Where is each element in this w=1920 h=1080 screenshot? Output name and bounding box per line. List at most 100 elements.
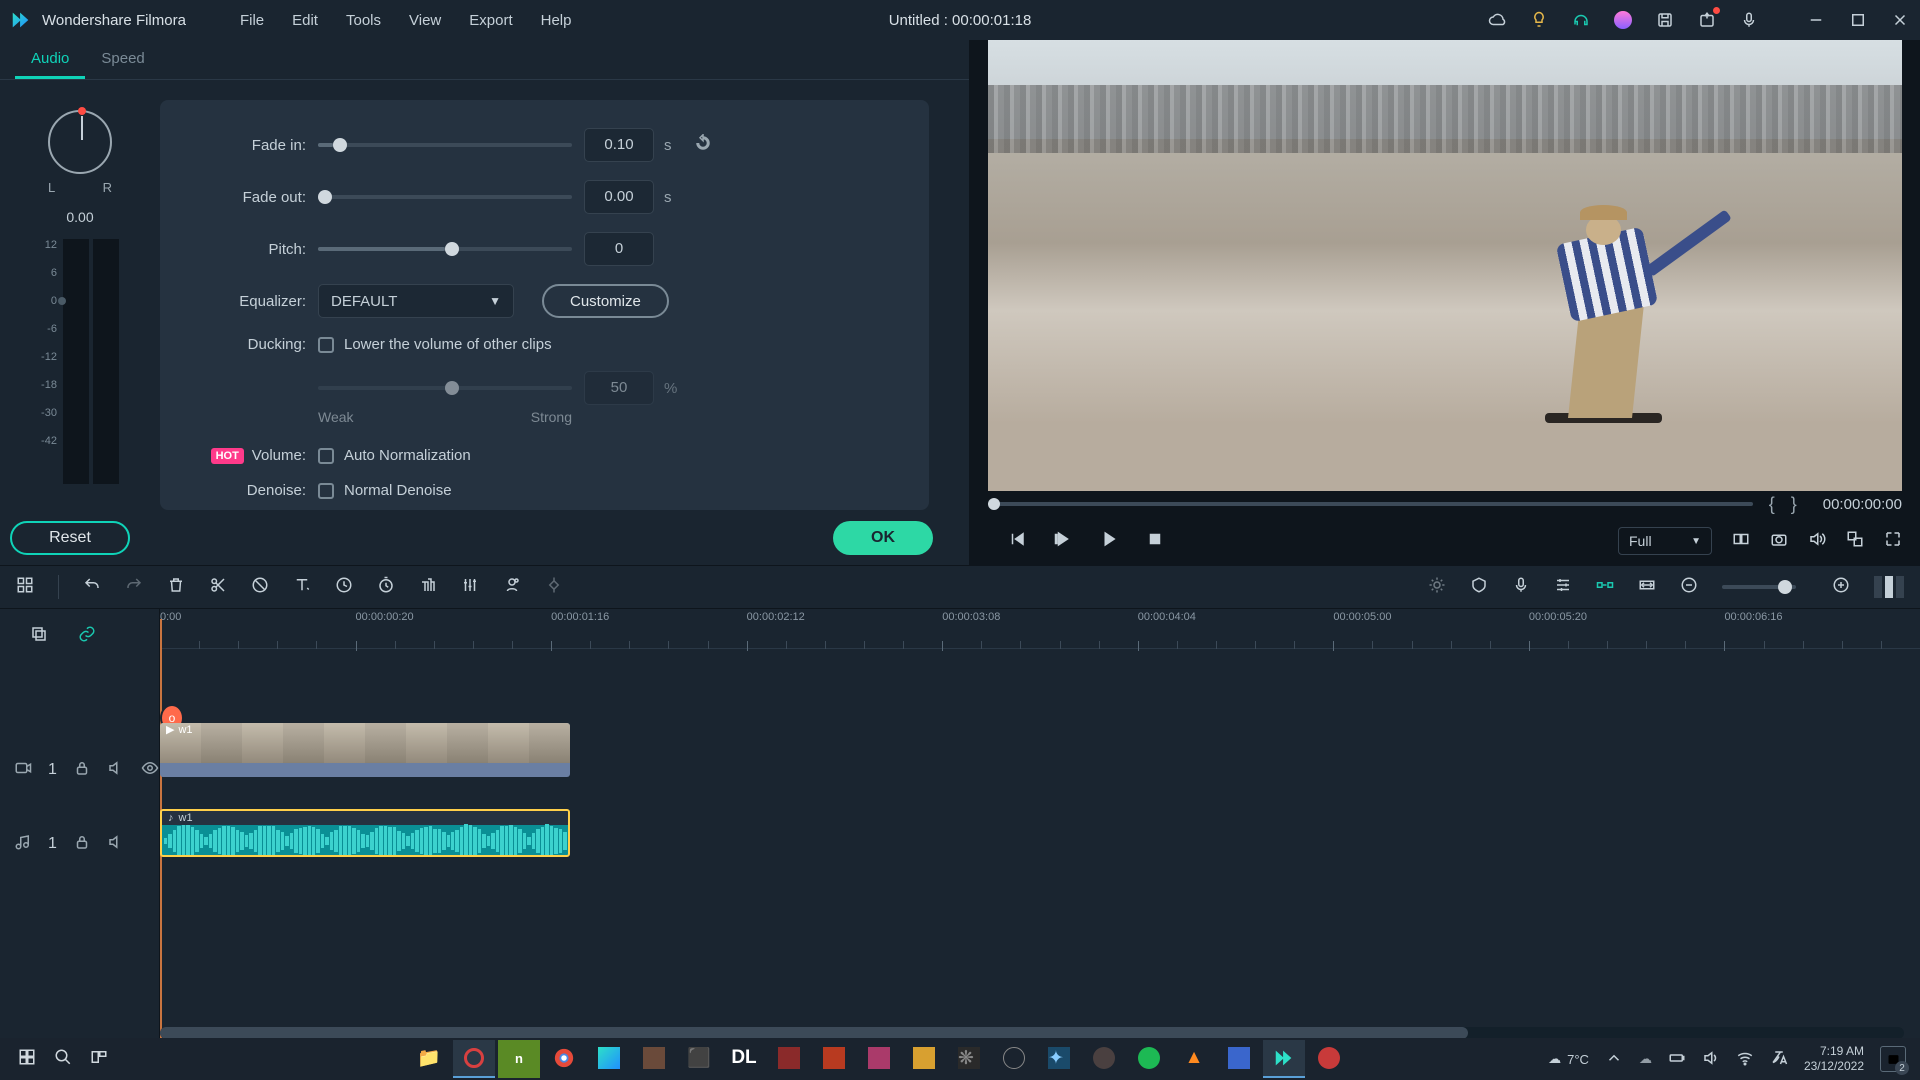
auto-ripple-icon[interactable] <box>1596 576 1614 599</box>
weather-widget[interactable]: ☁7°C <box>1548 1051 1589 1067</box>
fade-in-value[interactable]: 0.10 <box>584 128 654 162</box>
prev-frame-icon[interactable] <box>1008 530 1026 553</box>
fade-out-value[interactable]: 0.00 <box>584 180 654 214</box>
obs-icon[interactable] <box>453 1040 495 1078</box>
battery-icon[interactable] <box>1668 1049 1686 1070</box>
close-icon[interactable] <box>1890 10 1910 30</box>
play-icon[interactable] <box>1100 530 1118 553</box>
app-icon-2[interactable] <box>633 1040 675 1078</box>
zoom-out-icon[interactable] <box>1680 576 1698 599</box>
mute-icon[interactable] <box>107 833 125 856</box>
export-icon[interactable] <box>1697 10 1717 30</box>
copy-track-icon[interactable] <box>30 625 48 648</box>
headphones-icon[interactable] <box>1571 10 1591 30</box>
app-icon-9[interactable]: ❋ <box>948 1040 990 1078</box>
app-icon-8[interactable] <box>903 1040 945 1078</box>
task-view-icon[interactable] <box>90 1048 108 1071</box>
denoise-checkbox[interactable] <box>318 483 334 499</box>
app-icon-1[interactable] <box>588 1040 630 1078</box>
reset-button[interactable]: Reset <box>10 521 130 555</box>
lightbulb-icon[interactable] <box>1529 10 1549 30</box>
mark-out-icon[interactable]: } <box>1791 494 1797 515</box>
voiceover-icon[interactable] <box>503 576 521 599</box>
explorer-icon[interactable]: 📁 <box>408 1040 450 1078</box>
fade-in-slider[interactable] <box>318 143 572 147</box>
menu-view[interactable]: View <box>395 7 455 34</box>
spotify-icon[interactable] <box>1128 1040 1170 1078</box>
play-pause-icon[interactable] <box>1054 530 1072 553</box>
speed-icon[interactable] <box>335 576 353 599</box>
zoom-in-icon[interactable] <box>1832 576 1850 599</box>
vlc-icon[interactable]: ▲ <box>1173 1040 1215 1078</box>
timeline-ruler[interactable]: 0:0000:00:00:2000:00:01:1600:00:02:1200:… <box>160 609 1920 649</box>
media-library-icon[interactable] <box>16 576 34 599</box>
crop-icon[interactable] <box>251 576 269 599</box>
compare-icon[interactable] <box>1732 530 1750 553</box>
nvidia-icon[interactable]: n <box>498 1040 540 1078</box>
menu-file[interactable]: File <box>226 7 278 34</box>
stop-icon[interactable] <box>1146 530 1164 553</box>
split-icon[interactable] <box>209 576 227 599</box>
mic-icon[interactable] <box>1739 10 1759 30</box>
app-icon-11[interactable]: ✦ <box>1038 1040 1080 1078</box>
snapshot-icon[interactable] <box>1770 530 1788 553</box>
mixer-icon[interactable] <box>461 576 479 599</box>
ok-button[interactable]: OK <box>833 521 933 555</box>
minimize-icon[interactable] <box>1806 10 1826 30</box>
menu-edit[interactable]: Edit <box>278 7 332 34</box>
menu-help[interactable]: Help <box>527 7 586 34</box>
audio-clip[interactable]: ♪w1 <box>160 809 570 857</box>
tray-volume-icon[interactable] <box>1702 1049 1720 1070</box>
chrome-icon[interactable] <box>543 1040 585 1078</box>
pitch-value[interactable]: 0 <box>584 232 654 266</box>
link-icon[interactable] <box>78 625 96 648</box>
search-icon[interactable] <box>54 1048 72 1071</box>
app-icon-5[interactable] <box>768 1040 810 1078</box>
fade-reset-icon[interactable] <box>694 134 712 157</box>
customize-button[interactable]: Customize <box>542 284 669 318</box>
language-icon[interactable] <box>1770 1049 1788 1070</box>
color-icon[interactable] <box>419 576 437 599</box>
fullscreen-icon[interactable] <box>1884 530 1902 553</box>
lock-icon[interactable] <box>73 759 91 782</box>
keyframe-icon[interactable] <box>545 576 563 599</box>
filmora-taskbar-icon[interactable] <box>1263 1040 1305 1078</box>
redo-icon[interactable] <box>125 576 143 599</box>
record-vo-icon[interactable] <box>1512 576 1530 599</box>
app-icon-13[interactable] <box>1218 1040 1260 1078</box>
onedrive-icon[interactable]: ☁ <box>1639 1051 1652 1067</box>
fit-width-icon[interactable] <box>1638 576 1656 599</box>
balance-dial[interactable] <box>48 110 112 174</box>
tray-chevron-icon[interactable] <box>1605 1049 1623 1070</box>
resolution-select[interactable]: Full▼ <box>1618 527 1712 555</box>
app-icon-10[interactable] <box>993 1040 1035 1078</box>
menu-export[interactable]: Export <box>455 7 526 34</box>
ducking-checkbox[interactable] <box>318 337 334 353</box>
app-icon-14[interactable] <box>1308 1040 1350 1078</box>
fade-out-slider[interactable] <box>318 195 572 199</box>
zoom-level-icon[interactable] <box>1874 576 1904 598</box>
video-clip[interactable]: ▶w1 <box>160 723 570 777</box>
cloud-icon[interactable] <box>1487 10 1507 30</box>
app-icon-12[interactable] <box>1083 1040 1125 1078</box>
app-icon-7[interactable] <box>858 1040 900 1078</box>
tab-audio[interactable]: Audio <box>15 40 85 79</box>
mute-icon[interactable] <box>107 759 125 782</box>
wifi-icon[interactable] <box>1736 1049 1754 1070</box>
volume-icon[interactable] <box>1808 530 1826 553</box>
zoom-slider[interactable] <box>1722 585 1796 589</box>
profile-icon[interactable] <box>1613 10 1633 30</box>
mark-in-icon[interactable]: { <box>1769 494 1775 515</box>
maximize-icon[interactable] <box>1848 10 1868 30</box>
auto-normalize-checkbox[interactable] <box>318 448 334 464</box>
notifications-icon[interactable]: 2 <box>1880 1046 1906 1072</box>
start-icon[interactable] <box>18 1048 36 1071</box>
audio-mixer-icon[interactable] <box>1554 576 1572 599</box>
preview-scrubber[interactable] <box>988 502 1753 506</box>
menu-tools[interactable]: Tools <box>332 7 395 34</box>
tab-speed[interactable]: Speed <box>85 40 160 79</box>
detach-icon[interactable] <box>1846 530 1864 553</box>
marker-icon[interactable] <box>1470 576 1488 599</box>
delete-icon[interactable] <box>167 576 185 599</box>
timeline-area[interactable]: 0:0000:00:00:2000:00:01:1600:00:02:1200:… <box>160 609 1920 1039</box>
